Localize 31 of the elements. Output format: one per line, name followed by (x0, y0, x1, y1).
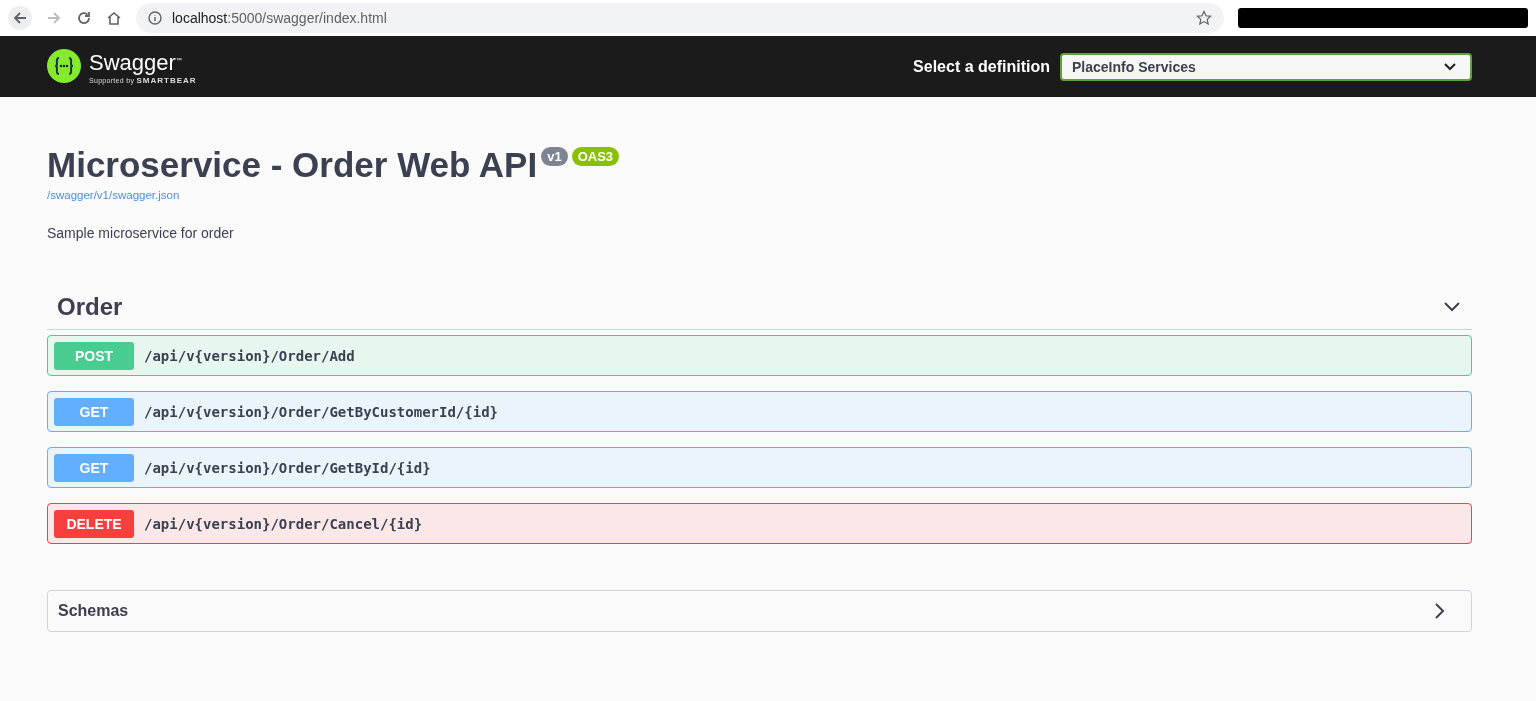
info-icon (148, 11, 162, 25)
swagger-logo-icon (47, 49, 81, 84)
url-text: localhost:5000/swagger/index.html (172, 10, 387, 26)
reload-icon[interactable] (76, 10, 92, 26)
operation-row[interactable]: POST /api/v{version}/Order/Add (47, 335, 1472, 376)
endpoint-path: /api/v{version}/Order/GetById/{id} (144, 459, 431, 476)
operation-row[interactable]: GET /api/v{version}/Order/GetById/{id} (47, 447, 1472, 488)
schemas-title: Schemas (58, 602, 129, 620)
method-badge: DELETE (54, 509, 134, 538)
schemas-section[interactable]: Schemas (47, 590, 1472, 632)
caret-icon (1444, 62, 1456, 71)
operation-row[interactable]: DELETE /api/v{version}/Order/Cancel/{id} (47, 503, 1472, 544)
home-icon[interactable] (106, 10, 122, 26)
api-title: Microservice - Order Web API (47, 145, 538, 185)
tag-heading[interactable]: Order (57, 293, 123, 321)
oas-badge: OAS3 (571, 147, 620, 166)
endpoint-path: /api/v{version}/Order/Add (144, 347, 355, 364)
endpoint-path: /api/v{version}/Order/GetByCustomerId/{id} (144, 403, 498, 420)
definition-select[interactable]: PlaceInfo Services (1060, 52, 1472, 81)
api-description: Sample microservice for order (47, 225, 235, 241)
logo-text: Swagger$^{™}$ (89, 49, 183, 76)
star-icon[interactable] (1196, 10, 1212, 26)
version-badge: v1 (541, 147, 568, 166)
back-icon[interactable] (8, 6, 32, 30)
operation-row[interactable]: GET /api/v{version}/Order/GetByCustomerId/{id} (47, 391, 1472, 432)
method-badge: POST (54, 341, 134, 370)
method-badge: GET (54, 453, 134, 482)
definition-label: Select a definition (913, 57, 1050, 76)
method-badge: GET (54, 397, 134, 426)
endpoint-path: /api/v{version}/Order/Cancel/{id} (144, 515, 423, 532)
address-bar[interactable]: localhost:5000/swagger/index.html (136, 3, 1224, 33)
